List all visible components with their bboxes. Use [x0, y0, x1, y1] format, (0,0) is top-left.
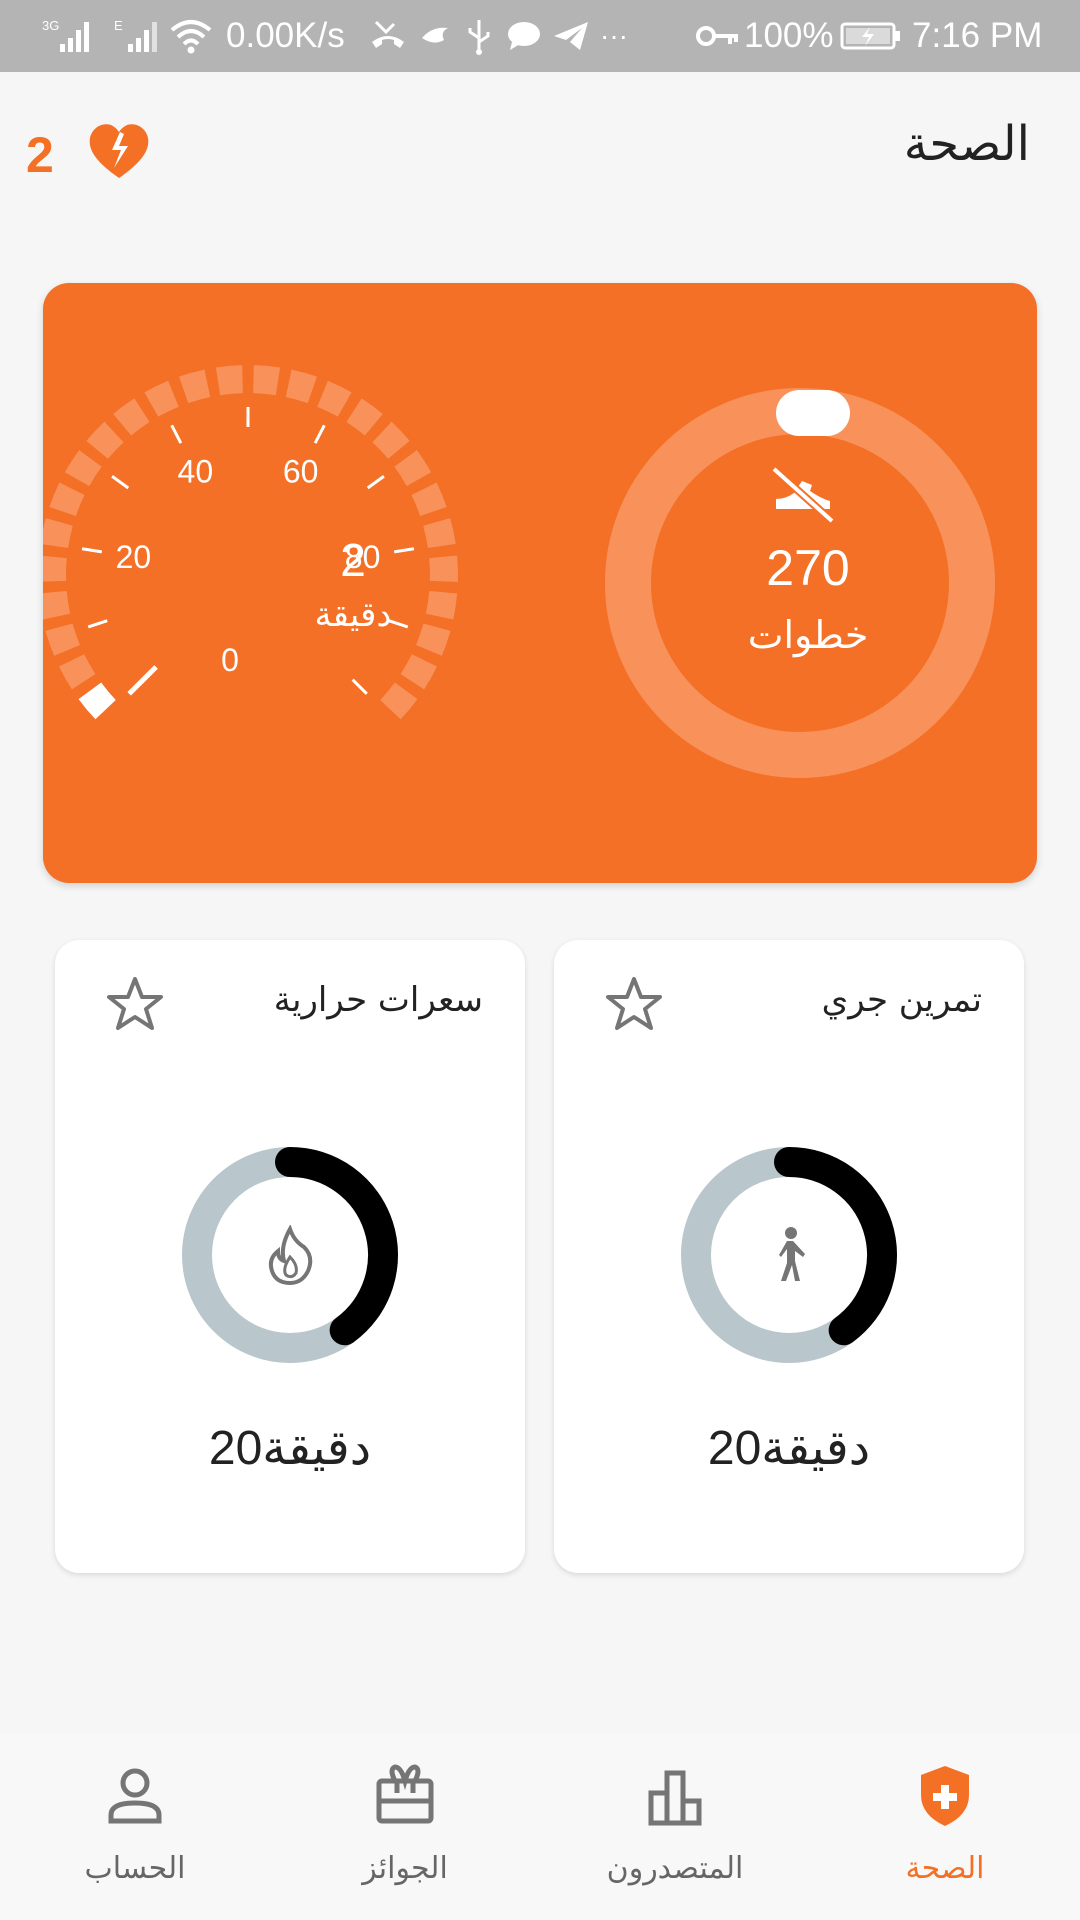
gauge-tick [351, 678, 368, 695]
status-bar: 3G E 0.00K/s ··· 100% 7:16 PM [0, 0, 1080, 72]
person-icon [105, 1763, 165, 1833]
star-icon[interactable] [604, 975, 664, 1037]
gauge-tick [87, 619, 108, 629]
usb-icon [464, 0, 494, 72]
gauge-tick-label: 0 [221, 642, 239, 678]
calories-value: 20دقيقة [55, 1420, 525, 1476]
gauge-needle [127, 665, 158, 696]
svg-text:3G: 3G [42, 18, 59, 33]
message-icon [504, 0, 544, 72]
activity-summary-card[interactable]: 0 20 40 60 80 2 دقيقة 270 خطوات [43, 283, 1037, 883]
nav-account-label: الحساب [84, 1851, 186, 1886]
gauge-segment [86, 421, 124, 459]
gauge-segment [43, 591, 71, 620]
running-value-number: 20 [707, 1422, 762, 1475]
gauge-segment [372, 421, 410, 459]
nav-leaderboard[interactable]: المتصدرون [540, 1733, 810, 1920]
gauge-segment [45, 623, 81, 656]
calories-card-title: سعرات حرارية [273, 980, 483, 1020]
clock: 7:16 PM [912, 16, 1043, 55]
gauge-segment [317, 380, 352, 417]
gauge-value: 2 [340, 534, 366, 586]
gauge-segment [394, 450, 432, 486]
missed-call-icon [368, 0, 408, 72]
calories-card[interactable]: سعرات حرارية 20دقيقة [55, 940, 525, 1573]
bird-icon [418, 0, 454, 72]
hearts-count: 2 [26, 127, 54, 183]
steps-unit: خطوات [747, 613, 869, 657]
gauge-segment [58, 654, 96, 690]
battery-percent: 100% [744, 16, 834, 55]
running-card[interactable]: تمرين جري 20دقيقة [554, 940, 1024, 1573]
battery-charging-icon [840, 0, 902, 72]
steps-value: 270 [766, 540, 850, 596]
network-speed: 0.00K/s [226, 16, 345, 55]
steps-ring-handle [776, 390, 850, 436]
gauge-tick [111, 475, 130, 490]
gauge-tick [170, 424, 183, 444]
bottom-navigation: الصحة المتصدرون الجوائز الحساب [0, 1733, 1080, 1920]
gauge-segment [411, 482, 447, 517]
more-icon: ··· [600, 20, 628, 51]
gauge-segment [380, 682, 418, 720]
nav-health[interactable]: الصحة [810, 1733, 1080, 1920]
nav-account[interactable]: الحساب [0, 1733, 270, 1920]
broken-heart-icon[interactable] [86, 122, 152, 186]
gauge-segment [144, 380, 179, 417]
gauge-tick-label: 60 [283, 454, 319, 490]
gauge-tick [366, 475, 385, 490]
shield-plus-icon [915, 1763, 975, 1833]
gauge-segment [253, 365, 281, 396]
wifi-icon [170, 0, 212, 72]
page-title: الصحة [903, 116, 1030, 172]
gauge-segment [43, 518, 73, 549]
gauge-segment [49, 482, 85, 517]
leaderboard-icon [645, 1763, 705, 1833]
running-value: 20دقيقة [554, 1420, 1024, 1476]
gauge-segment [113, 398, 150, 436]
gauge-unit: دقيقة [314, 595, 392, 635]
signal-e-icon: E [112, 0, 168, 72]
nav-leaderboard-label: المتصدرون [606, 1851, 744, 1886]
gauge-tick [313, 424, 326, 444]
vpn-key-icon [694, 0, 740, 72]
running-value-unit: دقيقة [761, 1420, 871, 1476]
telegram-icon [552, 0, 590, 72]
nav-rewards-label: الجوائز [362, 1851, 448, 1886]
gauge-segment [215, 365, 243, 396]
gauge-tick [81, 547, 103, 554]
gauge-segment [43, 555, 67, 582]
calories-value-number: 20 [208, 1422, 263, 1475]
running-card-title: تمرين جري [821, 980, 982, 1020]
gauge-segment [346, 398, 383, 436]
nav-health-label: الصحة [905, 1851, 985, 1886]
gauge-segment [78, 682, 116, 720]
gauge-segment [179, 369, 211, 404]
signal-3g-icon: 3G [40, 0, 96, 72]
star-icon[interactable] [105, 975, 165, 1037]
nav-rewards[interactable]: الجوائز [270, 1733, 540, 1920]
gauge-segment [400, 654, 438, 690]
gauge-segment [64, 450, 102, 486]
gauge-tick-label: 20 [116, 539, 152, 575]
svg-text:E: E [114, 18, 123, 33]
calories-value-unit: دقيقة [262, 1420, 372, 1476]
gauge-tick-label: 40 [178, 454, 214, 490]
gauge-segment [285, 369, 317, 404]
walking-icon [759, 1225, 819, 1289]
flame-icon [260, 1224, 320, 1289]
app-header: 2 الصحة [0, 72, 1080, 232]
gift-icon [375, 1763, 435, 1833]
